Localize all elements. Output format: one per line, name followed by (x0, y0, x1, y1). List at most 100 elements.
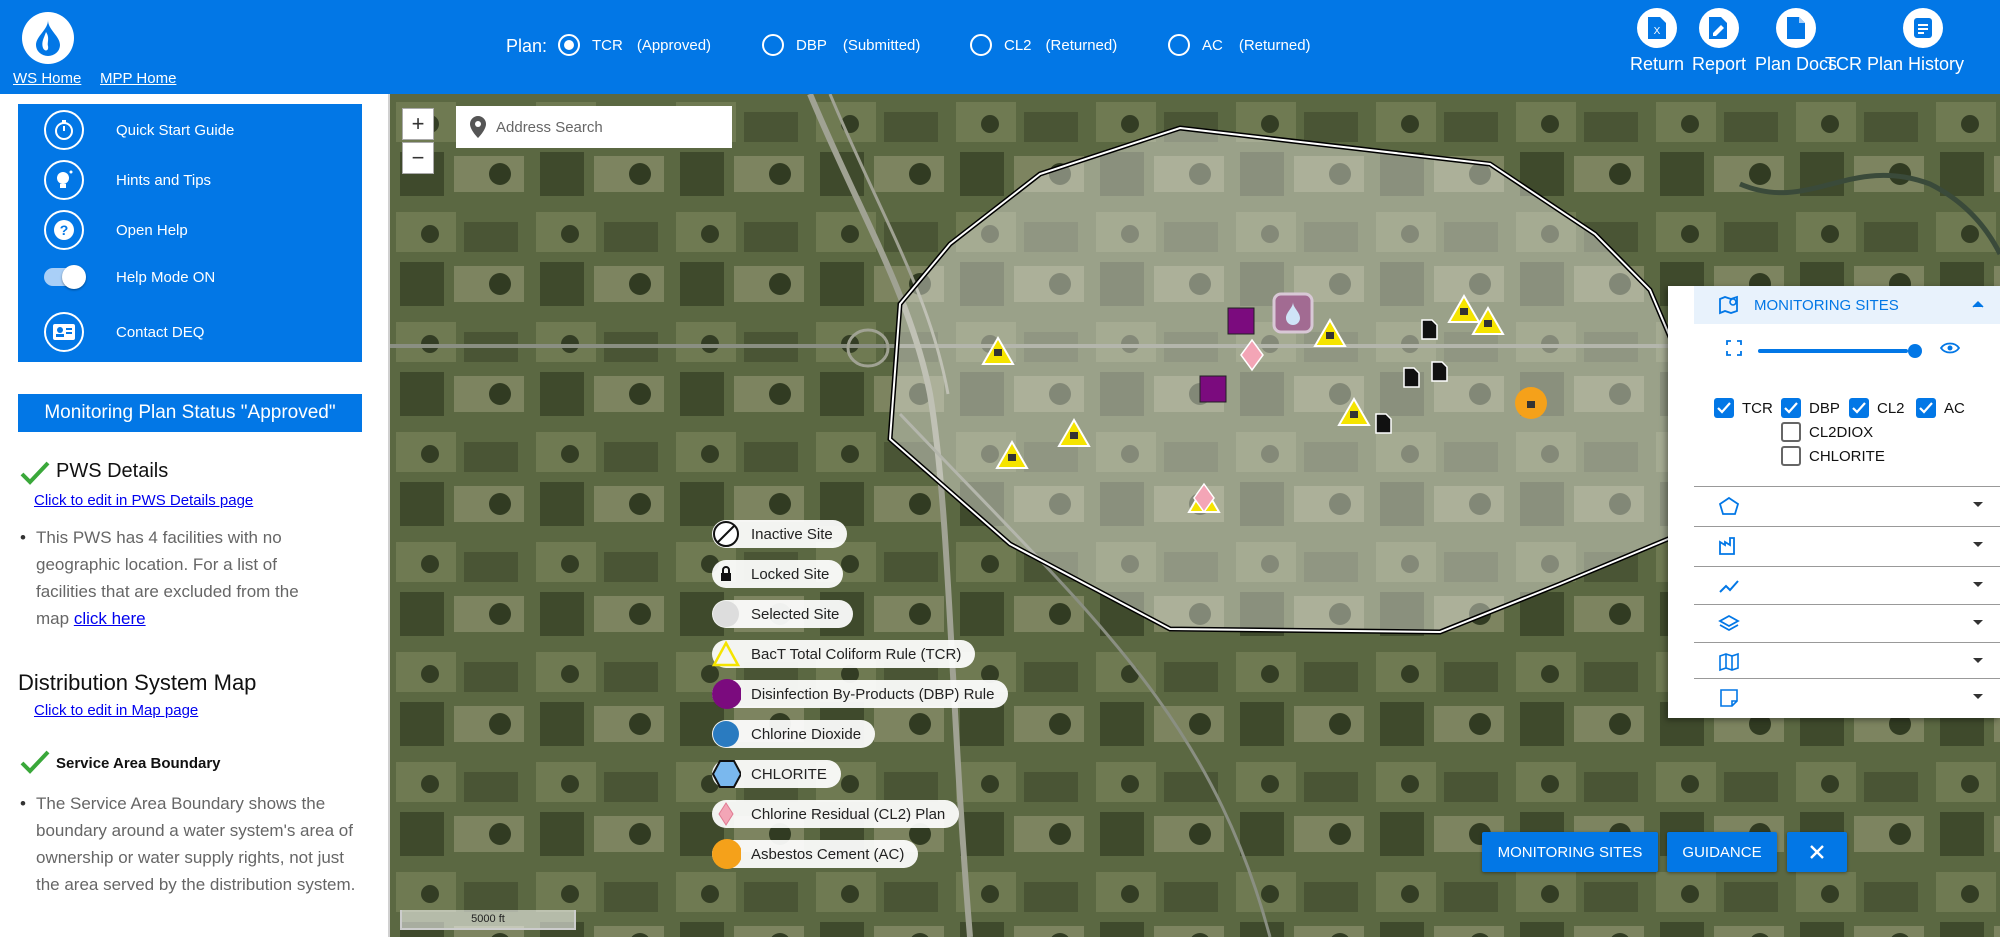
dbp-site-marker[interactable] (1199, 375, 1227, 403)
question-icon: ? (44, 210, 84, 250)
report-button[interactable]: Report (1692, 8, 1746, 75)
plan-radio-cl2[interactable]: CL2 (Returned) (970, 34, 1117, 56)
excluded-facilities-link[interactable]: click here (74, 609, 146, 628)
monitoring-sites-title: MONITORING SITES (1754, 296, 1899, 314)
plan-radio-tcr[interactable]: TCR (Approved) (558, 34, 711, 56)
address-search-input[interactable] (496, 118, 716, 136)
opacity-slider-handle[interactable] (1908, 344, 1922, 358)
document-site-marker[interactable] (1375, 413, 1392, 434)
legend-label: Selected Site (751, 605, 840, 623)
chevron-up-icon[interactable] (1972, 300, 1984, 308)
eye-icon[interactable] (1940, 341, 1960, 355)
monitoring-sites-button[interactable]: MONITORING SITES (1482, 832, 1658, 872)
chevron-down-icon (1973, 620, 1983, 625)
legend-label: Asbestos Cement (AC) (751, 845, 905, 863)
checked-box-icon (1916, 398, 1936, 418)
left-panel: Quick Start Guide Hints and Tips ? Open … (0, 94, 388, 937)
help-mode-item[interactable]: Help Mode ON (44, 265, 216, 289)
checked-box-icon (1714, 398, 1734, 418)
zoom-out-button[interactable]: − (402, 142, 434, 174)
pws-facilities-note: This PWS has 4 facilities with no geogra… (20, 524, 336, 632)
hints-and-tips-item[interactable]: Hints and Tips (44, 160, 211, 200)
plan-status: (Returned) (1238, 36, 1311, 54)
hexagon-icon (711, 759, 741, 789)
open-help-item[interactable]: ? Open Help (44, 210, 188, 250)
plan-status: (Approved) (636, 36, 712, 54)
service-area-title: Service Area Boundary (56, 755, 221, 772)
plan-radio-ac[interactable]: AC (Returned) (1168, 34, 1311, 56)
document-site-marker[interactable] (1421, 319, 1438, 340)
cl2diox-checkbox[interactable]: CL2DIOX (1781, 422, 1873, 442)
svg-text:?: ? (60, 222, 69, 238)
return-button[interactable]: X Return (1630, 8, 1684, 75)
dbp-circle-icon (711, 679, 741, 709)
accordion-notes[interactable] (1694, 678, 2000, 716)
ws-home-link[interactable]: WS Home (13, 70, 81, 87)
mpp-home-link[interactable]: MPP Home (100, 70, 176, 87)
help-label: Quick Start Guide (116, 121, 235, 139)
unchecked-box-icon (1781, 446, 1801, 466)
accordion-layers[interactable] (1694, 604, 2000, 642)
dbp-site-marker[interactable] (1227, 307, 1255, 335)
legend-chlorite: CHLORITE (711, 759, 841, 789)
plan-radio-dbp[interactable]: DBP (Submitted) (762, 34, 920, 56)
check-icon (20, 750, 50, 774)
edit-map-link[interactable]: Click to edit in Map page (34, 702, 198, 719)
ac-circle-icon (711, 839, 741, 869)
document-site-marker[interactable] (1403, 367, 1420, 388)
dbp-checkbox[interactable]: DBP (1781, 398, 1840, 418)
selected-facility-marker[interactable] (1272, 292, 1314, 334)
accordion-basemap[interactable] (1694, 642, 2000, 680)
selected-circle-icon (711, 599, 741, 629)
plan-name: CL2 (1004, 36, 1032, 54)
legend-label: Chlorine Dioxide (751, 725, 862, 743)
ac-checkbox[interactable]: AC (1916, 398, 1965, 418)
tcr-checkbox[interactable]: TCR (1714, 398, 1773, 418)
return-label: Return (1630, 54, 1685, 74)
help-label: Help Mode ON (116, 268, 216, 286)
cl2-checkbox[interactable]: CL2 (1849, 398, 1905, 418)
accordion-trends[interactable] (1694, 566, 2000, 604)
quick-start-guide-item[interactable]: Quick Start Guide (44, 110, 234, 150)
checkbox-label: TCR (1742, 399, 1773, 417)
legend-label: BacT Total Coliform Rule (TCR) (751, 645, 962, 663)
lock-icon (711, 559, 741, 589)
distribution-map-title: Distribution System Map (18, 670, 257, 695)
fullscreen-icon[interactable] (1726, 340, 1742, 356)
chevron-down-icon (1973, 502, 1983, 507)
accordion-boundary[interactable] (1694, 486, 2000, 524)
legend-label: Locked Site (751, 565, 830, 583)
guidance-button[interactable]: GUIDANCE (1667, 832, 1777, 872)
contact-deq-item[interactable]: Contact DEQ (44, 312, 204, 352)
plan-status-banner: Monitoring Plan Status "Approved" (18, 394, 362, 432)
tcr-plan-history-label: TCR Plan History (1825, 54, 1965, 74)
help-label: Contact DEQ (116, 323, 205, 341)
radio-icon (1168, 34, 1190, 56)
check-icon (20, 461, 50, 485)
history-document-icon (1902, 8, 1943, 48)
checkbox-label: DBP (1809, 399, 1840, 417)
line-chart-icon (1719, 579, 1739, 593)
chlorite-checkbox[interactable]: CHLORITE (1781, 446, 1885, 466)
water-drop-logo (22, 12, 74, 64)
document-site-marker[interactable] (1431, 361, 1448, 382)
legend-selected-site: Selected Site (711, 599, 854, 629)
pentagon-icon (1718, 496, 1740, 515)
zoom-in-button[interactable]: + (402, 108, 434, 140)
report-label: Report (1692, 54, 1747, 74)
chlorine-dioxide-circle-icon (711, 719, 741, 749)
map-scale: 5000 ft (400, 910, 576, 930)
note-icon (1720, 688, 1738, 707)
close-icon (1810, 845, 1824, 859)
edit-pws-details-link[interactable]: Click to edit in PWS Details page (34, 492, 253, 509)
ac-site-marker[interactable] (1515, 387, 1547, 419)
tcr-plan-history-button[interactable]: TCR Plan History (1825, 8, 1964, 75)
close-button[interactable] (1787, 832, 1847, 872)
pws-details-title: PWS Details (56, 460, 169, 482)
map-icon (1719, 652, 1739, 671)
accordion-facilities[interactable] (1694, 526, 2000, 564)
plan-status: (Submitted) (842, 36, 921, 54)
opacity-slider[interactable] (1758, 349, 1908, 353)
help-mode-toggle[interactable] (44, 265, 86, 289)
monitoring-sites-header[interactable]: MONITORING SITES (1694, 286, 2000, 324)
